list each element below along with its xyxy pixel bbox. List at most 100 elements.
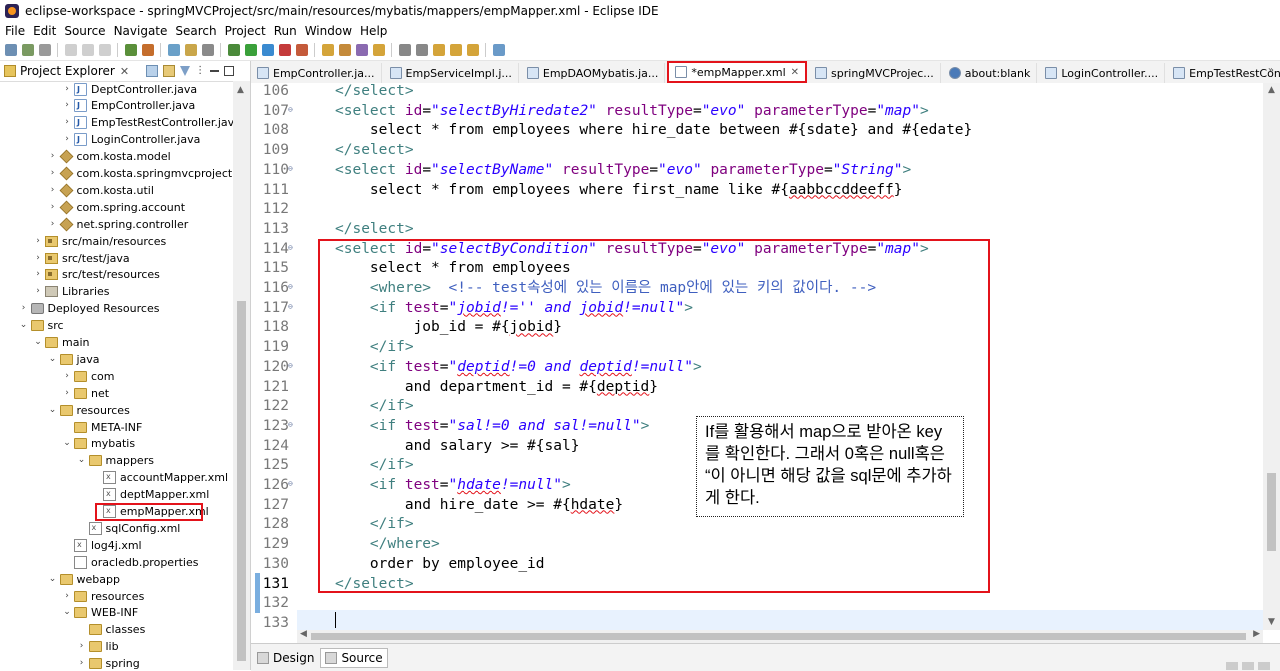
fold-toggle-icon[interactable]: ⊖: [288, 238, 293, 258]
tree-item[interactable]: › com.kosta.springmvcproject: [48, 165, 232, 182]
open-type-icon[interactable]: [322, 44, 334, 56]
fold-toggle-icon[interactable]: ⊖: [288, 474, 293, 494]
status-tool-icon[interactable]: [1226, 662, 1238, 670]
chevron-right-icon[interactable]: ›: [62, 114, 72, 131]
editor-tab[interactable]: springMVCProjec...: [809, 63, 941, 83]
chevron-right-icon[interactable]: ›: [33, 266, 43, 283]
scroll-left-arrow-icon[interactable]: ◀: [300, 629, 307, 639]
menu-window[interactable]: Window: [305, 24, 352, 38]
tree-item[interactable]: oracledb.properties: [62, 554, 198, 571]
globe-icon[interactable]: [168, 44, 180, 56]
chevron-right-icon[interactable]: ›: [48, 182, 58, 199]
chevron-right-icon[interactable]: ›: [33, 283, 43, 300]
filter-icon[interactable]: [180, 66, 191, 76]
chevron-down-icon[interactable]: ⌄: [48, 351, 58, 368]
fold-toggle-icon[interactable]: ⊖: [288, 277, 293, 297]
menu-project[interactable]: Project: [225, 24, 266, 38]
tree-item[interactable]: › resources: [62, 588, 144, 605]
tree-item[interactable]: accountMapper.xml: [91, 468, 228, 486]
undo-icon[interactable]: [65, 44, 77, 56]
coverage-icon[interactable]: [262, 44, 274, 56]
tree-item[interactable]: › LoginController.java: [62, 131, 200, 148]
status-tool-icon[interactable]: [1242, 662, 1254, 670]
tree-item[interactable]: ⌄ mybatis: [62, 435, 135, 452]
tree-item[interactable]: › com.kosta.model: [48, 148, 171, 165]
tree-item[interactable]: ⌄ src: [19, 317, 64, 334]
editor-tab[interactable]: about:blank: [943, 63, 1038, 83]
tree-item[interactable]: classes: [77, 621, 145, 638]
editor-vertical-scrollbar[interactable]: ▲ ▼: [1263, 83, 1280, 630]
chevron-right-icon[interactable]: ›: [48, 165, 58, 182]
editor-tab[interactable]: EmpController.ja...: [251, 63, 382, 83]
external-tools-icon[interactable]: [296, 44, 308, 56]
chevron-right-icon[interactable]: ›: [33, 250, 43, 267]
fold-toggle-icon[interactable]: ⊖: [288, 356, 293, 376]
tree-item[interactable]: ⌄ webapp: [48, 571, 120, 588]
menu-edit[interactable]: Edit: [33, 24, 56, 38]
history-icon[interactable]: [467, 44, 479, 56]
tree-item[interactable]: › EmpController.java: [62, 97, 195, 114]
package-icon[interactable]: [185, 44, 197, 56]
print-icon[interactable]: [39, 44, 51, 56]
fold-toggle-icon[interactable]: ⊖: [288, 100, 293, 120]
scrollbar-thumb[interactable]: [1267, 473, 1276, 551]
scroll-down-arrow-icon[interactable]: ▼: [1268, 617, 1275, 627]
code-line[interactable]: 112: [251, 200, 1251, 220]
save-icon[interactable]: [22, 44, 34, 56]
menu-file[interactable]: File: [5, 24, 25, 38]
link-editor-icon[interactable]: [163, 65, 176, 77]
tree-item[interactable]: › Deployed Resources: [19, 300, 160, 317]
fold-toggle-icon[interactable]: ⊖: [288, 297, 293, 317]
menu-help[interactable]: Help: [360, 24, 387, 38]
fold-toggle-icon[interactable]: ⊖: [288, 415, 293, 435]
redo-icon[interactable]: [82, 44, 94, 56]
tab-source[interactable]: Source: [320, 647, 388, 668]
chevron-down-icon[interactable]: ⌄: [48, 402, 58, 419]
code-line[interactable]: 113 </select>: [251, 220, 1251, 240]
menu-source[interactable]: Source: [64, 24, 105, 38]
menu-search[interactable]: Search: [175, 24, 216, 38]
tree-item[interactable]: › com: [62, 368, 114, 385]
editor-horizontal-scrollbar[interactable]: ◀ ▶: [297, 629, 1263, 643]
scroll-up-arrow-icon[interactable]: ▲: [237, 85, 244, 95]
code-line[interactable]: 111 select * from employees where first_…: [251, 181, 1251, 201]
minimize-icon[interactable]: [210, 70, 220, 72]
tree-item[interactable]: › net.spring.controller: [48, 216, 188, 233]
view-menu-icon[interactable]: ⋮: [195, 66, 205, 76]
tree-item[interactable]: ⌄ mappers: [77, 452, 154, 469]
chevron-right-icon[interactable]: ›: [62, 368, 72, 385]
menu-navigate[interactable]: Navigate: [114, 24, 168, 38]
chevron-right-icon[interactable]: ›: [62, 97, 72, 114]
tree-item[interactable]: › src/main/resources: [33, 233, 166, 250]
tree-item[interactable]: META-INF: [62, 419, 142, 436]
chevron-down-icon[interactable]: ⌄: [77, 452, 87, 469]
tree-item[interactable]: log4j.xml: [62, 536, 142, 554]
chevron-down-icon[interactable]: ⌄: [19, 317, 29, 334]
code-line[interactable]: 109 </select>: [251, 141, 1251, 161]
stop-icon[interactable]: [279, 44, 291, 56]
chevron-right-icon[interactable]: ›: [62, 385, 72, 402]
refresh-icon[interactable]: [125, 44, 137, 56]
tab-project-explorer[interactable]: Project Explorer ✕: [0, 61, 133, 81]
status-tool-icon[interactable]: [1258, 662, 1270, 670]
forward-icon[interactable]: [450, 44, 462, 56]
next-icon[interactable]: [399, 44, 411, 56]
fold-toggle-icon[interactable]: ⊖: [288, 159, 293, 179]
chevron-down-icon[interactable]: ⌄: [33, 334, 43, 351]
tree-item[interactable]: › src/test/resources: [33, 266, 160, 283]
editor-tab[interactable]: *empMapper.xml ✕: [667, 61, 808, 83]
chevron-right-icon[interactable]: ›: [62, 131, 72, 148]
annotation-icon[interactable]: [373, 44, 385, 56]
editor-tab[interactable]: EmpDAOMybatis.ja...: [521, 63, 666, 83]
chevron-down-icon[interactable]: ⌄: [62, 604, 72, 621]
tree-item[interactable]: ⌄ main: [33, 334, 89, 351]
close-icon[interactable]: ✕: [120, 65, 129, 78]
chevron-right-icon[interactable]: ›: [77, 655, 87, 670]
tree-item[interactable]: ⌄ WEB-INF: [62, 604, 138, 621]
code-line[interactable]: 107 ⊖ <select id="selectByHiredate2" resul…: [251, 102, 1251, 122]
editor-tab[interactable]: LoginController....: [1039, 63, 1166, 83]
editor-tab[interactable]: EmpServiceImpl.j...: [384, 63, 519, 83]
scrollbar-thumb[interactable]: [311, 633, 1246, 640]
tree-item[interactable]: › com.kosta.util: [48, 182, 154, 199]
chevron-down-icon[interactable]: ⌄: [48, 571, 58, 588]
